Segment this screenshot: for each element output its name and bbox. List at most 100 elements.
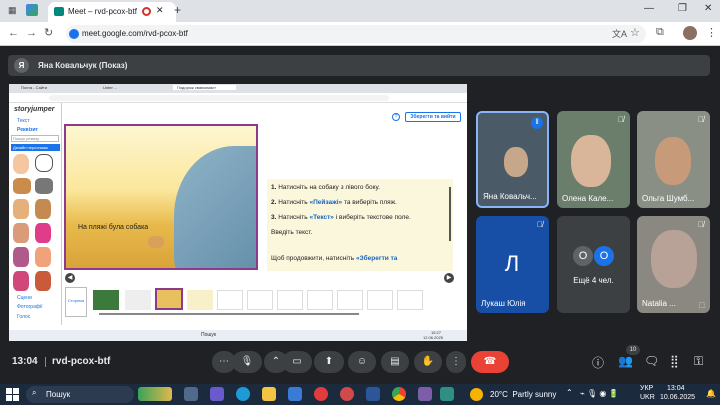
app-icon[interactable] — [418, 387, 432, 401]
minimize-icon[interactable]: — — [644, 3, 654, 14]
participant-tile[interactable]: 🎙̸ Олена Кале... — [557, 111, 630, 208]
reload-icon[interactable]: ↻ — [44, 26, 53, 39]
help-icon[interactable]: ? — [392, 113, 400, 121]
taskbar-search-box[interactable]: ⌕ Пошук — [26, 386, 134, 403]
extensions-icon[interactable]: ⧉ — [656, 26, 664, 39]
chrome-icon[interactable] — [392, 387, 406, 401]
profile-avatar[interactable] — [683, 26, 697, 40]
new-tab-icon[interactable]: + — [174, 3, 181, 17]
beach-dog[interactable] — [148, 236, 164, 248]
save-and-exit-button[interactable]: Зберегти та вийти — [405, 112, 461, 122]
tray-chevron-icon[interactable]: ⌃ — [566, 388, 573, 397]
more-options-button[interactable]: ⋮ — [446, 351, 466, 373]
raise-hand-button[interactable]: ✋ — [414, 351, 442, 373]
prop-item[interactable] — [13, 178, 31, 194]
prev-page-icon[interactable]: ◀ — [65, 273, 75, 283]
people-icon[interactable]: 👥 — [618, 354, 633, 368]
pin-icon[interactable]: ⬚ — [698, 301, 705, 309]
close-tab-icon[interactable]: ✕ — [156, 5, 164, 16]
prop-item[interactable] — [13, 154, 29, 174]
props-search-input[interactable]: Пошук реквізу — [11, 135, 59, 142]
page-thumb-selected[interactable] — [155, 288, 183, 310]
activities-icon[interactable]: ⣿ — [670, 354, 679, 368]
notification-icon[interactable]: 🔔 — [706, 389, 716, 398]
participant-tile[interactable]: ⦀ Яна Ковальч... — [476, 111, 549, 208]
maximize-icon[interactable]: ❐ — [678, 3, 687, 14]
language-bottom[interactable]: UKR — [640, 394, 655, 401]
widget-image-icon[interactable] — [138, 387, 172, 401]
prop-item[interactable] — [35, 154, 53, 172]
translate-icon[interactable]: 文A — [612, 27, 627, 40]
camera-button[interactable]: ▭ — [282, 351, 312, 373]
present-screen-button[interactable]: ⬆ — [314, 351, 344, 373]
captions-button[interactable]: ▤ — [381, 351, 409, 373]
meeting-info-icon[interactable]: ⓘ — [592, 354, 604, 371]
bookmark-star-icon[interactable]: ☆ — [630, 26, 640, 39]
clock-time[interactable]: 13:04 — [667, 385, 685, 392]
window-icon[interactable] — [26, 4, 38, 16]
reactions-button[interactable]: ☺ — [348, 351, 376, 373]
file-explorer-icon[interactable] — [262, 387, 276, 401]
app-icon[interactable] — [440, 387, 454, 401]
tab-search-icon[interactable]: ▦ — [8, 5, 20, 17]
page-thumb[interactable] — [397, 290, 423, 310]
panel-scrollbar[interactable] — [449, 187, 451, 241]
page-thumb[interactable] — [187, 290, 213, 310]
sidebar-voice[interactable]: Голос — [17, 314, 30, 320]
chrome-profile-icon[interactable] — [340, 387, 354, 401]
word-icon[interactable] — [366, 387, 380, 401]
language-top[interactable]: УКР — [640, 385, 653, 392]
chrome-menu-icon[interactable]: ⋮ — [706, 26, 717, 39]
sidebar-scenes[interactable]: Сцени — [17, 295, 32, 301]
mic-button[interactable]: 🎙 — [232, 351, 262, 373]
page-caption[interactable]: На пляжі була собака — [78, 224, 148, 231]
prop-item[interactable] — [13, 247, 29, 267]
add-page-button[interactable]: Сторінка — [65, 287, 87, 317]
host-controls-icon[interactable]: ⚿ — [694, 354, 703, 369]
page-thumb[interactable] — [93, 290, 119, 310]
design-character-button[interactable]: Дизайн персонажа — [11, 144, 60, 151]
page-thumb[interactable] — [217, 290, 243, 310]
back-icon[interactable]: ← — [8, 27, 19, 39]
url-field[interactable]: meet.google.com/rvd-pcox-btf — [66, 25, 646, 43]
prop-item[interactable] — [35, 247, 51, 267]
tray-icons[interactable]: ⌁ 🎙 ◉ 🔋 — [580, 389, 619, 398]
prop-item[interactable] — [13, 223, 29, 243]
chat-icon[interactable]: 🗨 — [644, 354, 659, 368]
page-thumb[interactable] — [367, 290, 393, 310]
participant-tile[interactable]: 🎙̸ Natalia ... ⬚ — [637, 216, 710, 313]
forward-icon[interactable]: → — [26, 27, 37, 39]
sidebar-text-section[interactable]: Текст — [17, 118, 30, 124]
page-thumb[interactable] — [307, 290, 333, 310]
page-thumb[interactable] — [247, 290, 273, 310]
more-participants-tile[interactable]: О О Ещё 4 чел. — [557, 216, 630, 313]
participant-tile[interactable]: 🎙̸ Ольга Шумб... — [637, 111, 710, 208]
leave-call-button[interactable]: ☎ — [471, 351, 509, 373]
prop-item[interactable] — [35, 178, 53, 194]
participant-tile[interactable]: Л 🎙̸ Лукаш Юлія — [476, 216, 549, 313]
opera-icon[interactable] — [314, 387, 328, 401]
prop-item[interactable] — [13, 199, 29, 219]
edge-icon[interactable] — [236, 387, 250, 401]
prop-item[interactable] — [13, 271, 29, 291]
book-page-canvas[interactable]: На пляжі була собака — [64, 124, 258, 270]
sidebar-props-section[interactable]: Реквізит — [17, 127, 38, 133]
page-thumb[interactable] — [277, 290, 303, 310]
edge-copilot-icon[interactable] — [210, 387, 224, 401]
store-icon[interactable] — [288, 387, 302, 401]
weather-text[interactable]: 20°C Partly sunny — [490, 390, 556, 399]
filmstrip-scrollbar[interactable] — [99, 313, 359, 315]
next-page-icon[interactable]: ▶ — [444, 273, 454, 283]
prop-item[interactable] — [35, 271, 51, 291]
start-icon[interactable] — [6, 388, 19, 401]
prop-item[interactable] — [35, 199, 51, 219]
site-info-icon[interactable] — [69, 29, 79, 39]
page-thumb[interactable] — [125, 290, 151, 310]
close-window-icon[interactable]: ✕ — [704, 3, 712, 14]
clock-date[interactable]: 10.06.2025 — [660, 394, 695, 401]
sidebar-photos[interactable]: Фотографії — [17, 304, 43, 310]
tab-meet[interactable]: Meet – rvd-pcox-btf ✕ — [48, 2, 176, 22]
task-view-icon[interactable] — [184, 387, 198, 401]
prop-item[interactable] — [35, 223, 51, 243]
page-thumb[interactable] — [337, 290, 363, 310]
